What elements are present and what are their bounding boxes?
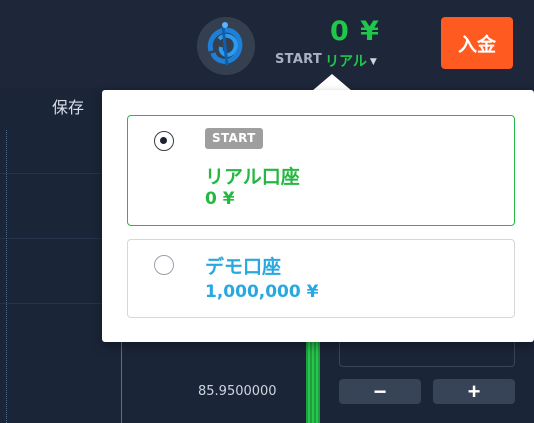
account-type-selector[interactable]: リアル ▼ (325, 51, 377, 71)
caret-down-icon: ▼ (369, 57, 377, 67)
demo-account-option[interactable]: デモ口座 1,000,000 ¥ (127, 239, 515, 318)
chart-price-label: 85.9500000 (198, 384, 277, 399)
account-switch-popup: START リアル口座 0 ¥ デモ口座 1,000,000 ¥ (102, 90, 534, 342)
demo-account-radio[interactable] (154, 255, 174, 275)
top-header: 0 ¥ START リアル ▼ 入金 (0, 0, 534, 88)
demo-account-name: デモ口座 (205, 256, 282, 278)
real-account-balance: 0 ¥ (205, 189, 235, 209)
real-account-name: リアル口座 (205, 166, 300, 188)
chart-red-line (121, 340, 122, 423)
start-badge: START (205, 128, 263, 149)
real-account-option[interactable]: START リアル口座 0 ¥ (127, 115, 515, 226)
amount-decrease-button[interactable]: − (339, 379, 421, 404)
volume-bar (306, 340, 320, 423)
user-avatar-icon[interactable] (197, 17, 255, 75)
real-account-radio[interactable] (154, 131, 174, 151)
deposit-button[interactable]: 入金 (441, 17, 513, 69)
account-type-label: リアル (325, 54, 367, 70)
account-level-label: START (275, 52, 323, 67)
popup-arrow (312, 74, 352, 91)
balance-amount: 0 ¥ (330, 16, 380, 47)
chart-dotted-line (6, 130, 7, 423)
demo-account-balance: 1,000,000 ¥ (205, 282, 319, 302)
amount-increase-button[interactable]: + (433, 379, 515, 404)
